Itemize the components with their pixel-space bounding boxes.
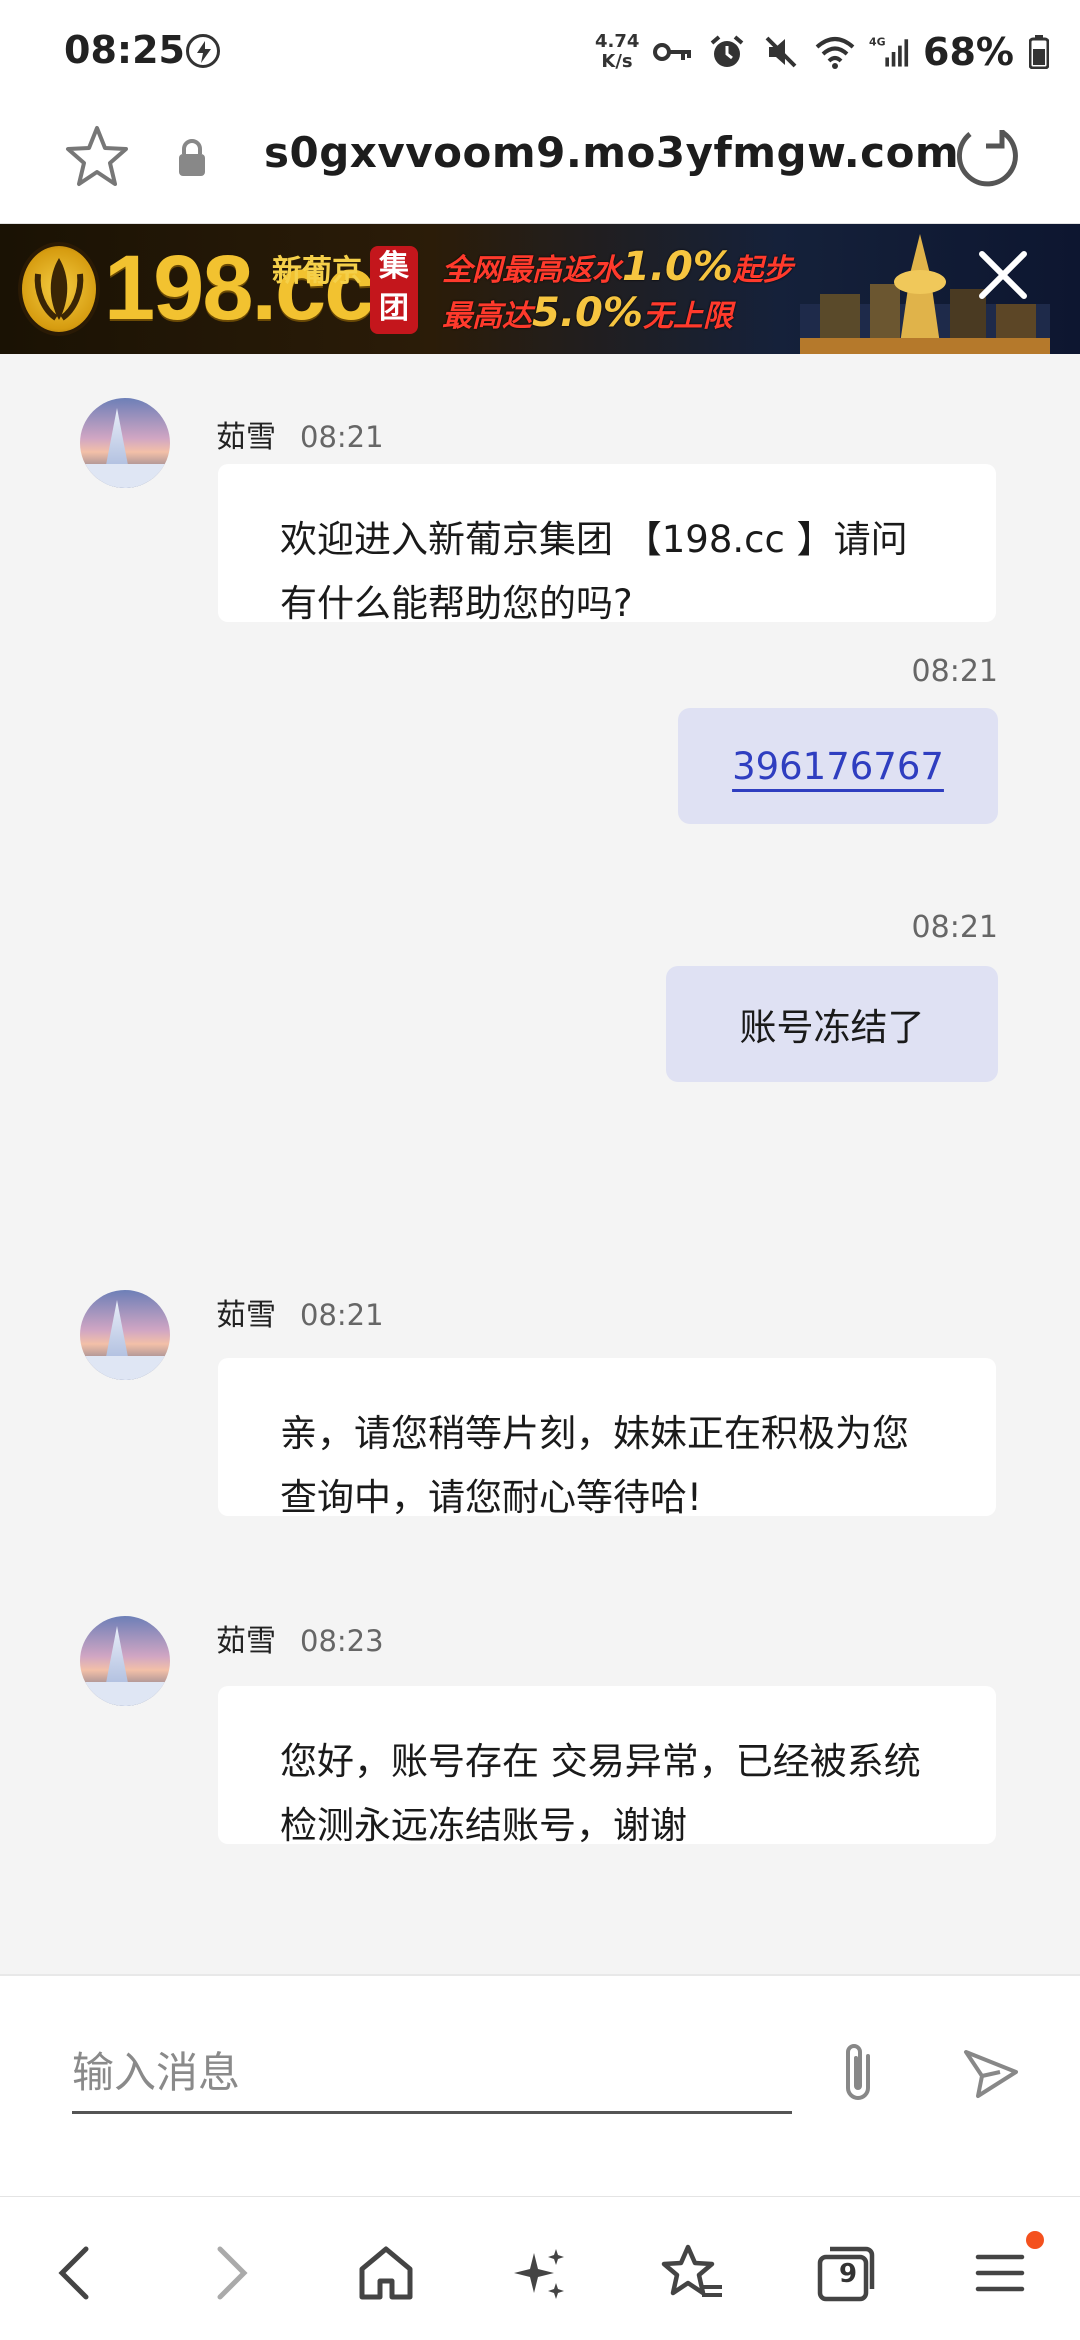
ad-sub-brand: 新葡京 (272, 254, 362, 289)
message-link[interactable]: 396176767 (732, 745, 944, 788)
ad-line-2-highlight: 5.0% (532, 290, 643, 336)
send-icon[interactable] (960, 2042, 1022, 2104)
outgoing-message: 396176767 (678, 708, 998, 824)
status-icons: 4.74 K/s 4G 68% (595, 22, 1050, 82)
url-address[interactable]: s0gxvvoom9.mo3yfmgw.com (264, 128, 959, 177)
ad-line-1-highlight: 1.0% (622, 244, 733, 290)
lock-icon (176, 138, 208, 178)
battery-percent: 68% (923, 30, 1014, 74)
incoming-message: 亲，请您稍等片刻，妹妹正在积极为您查询中，请您耐心等待哈! (218, 1358, 996, 1519)
sender-name: 茹雪 (216, 420, 276, 455)
status-bar: 08:25 4.74 K/s 4G 68% (0, 0, 1080, 100)
ad-line-1-prefix: 全网最高返水 (442, 253, 622, 288)
message-time: 08:21 (300, 420, 384, 454)
bookmark-star-icon[interactable] (62, 122, 132, 192)
message-time: 08:21 (911, 654, 998, 689)
ad-line-2: 最高达5.0%无上限 (442, 290, 733, 336)
network-type: 4G (869, 36, 886, 49)
ad-banner[interactable]: 198.cc 新葡京 集团 全网最高返水1.0%起步 最高达5.0%无上限 (0, 224, 1080, 354)
ad-line-1-suffix: 起步 (732, 253, 793, 288)
alarm-icon (707, 32, 747, 72)
message-time: 08:23 (300, 1624, 384, 1658)
sender-name: 茹雪 (216, 1624, 276, 1659)
ad-close-icon[interactable] (972, 244, 1034, 306)
message-time: 08:21 (300, 1298, 384, 1332)
ad-seal: 集团 (370, 246, 418, 334)
back-icon[interactable] (42, 2241, 106, 2305)
attach-paperclip-icon[interactable] (830, 2038, 886, 2110)
tabs-icon[interactable]: 9 (814, 2241, 878, 2305)
ad-line-2-suffix: 无上限 (642, 299, 733, 334)
tab-count: 9 (838, 2259, 858, 2289)
status-time: 08:25 (64, 28, 185, 72)
agent-avatar (80, 1290, 170, 1380)
ad-line-1: 全网最高返水1.0%起步 (442, 244, 793, 290)
incoming-message: 您好，账号存在 交易异常，已经被系统检测永远冻结账号，谢谢 (218, 1686, 996, 1847)
cell-signal-icon: 4G (869, 32, 909, 72)
battery-icon (1028, 32, 1050, 72)
wifi-icon (815, 32, 855, 72)
bookmarks-star-icon[interactable] (660, 2241, 724, 2305)
sender-name: 茹雪 (216, 1298, 276, 1333)
message-meta: 茹雪 08:21 (216, 412, 384, 456)
message-meta: 茹雪 08:21 (216, 1290, 384, 1334)
message-time: 08:21 (911, 910, 998, 945)
net-speed-value: 4.74 (595, 31, 640, 52)
message-meta: 茹雪 08:23 (216, 1616, 384, 1660)
agent-avatar (80, 1616, 170, 1706)
notification-dot (1026, 2231, 1044, 2249)
reload-icon[interactable] (950, 120, 1022, 192)
agent-avatar (80, 398, 170, 488)
browser-url-bar: s0gxvvoom9.mo3yfmgw.com (0, 100, 1080, 224)
ad-logo-icon (18, 242, 100, 336)
message-input[interactable] (72, 2034, 792, 2114)
forward-icon[interactable] (200, 2241, 264, 2305)
net-speed-unit: K/s (601, 51, 633, 72)
outgoing-message: 账号冻结了 (666, 966, 998, 1082)
data-saver-icon (186, 34, 220, 68)
mute-icon (761, 32, 801, 72)
menu-icon[interactable] (968, 2231, 1044, 2305)
ad-line-2-prefix: 最高达 (442, 299, 532, 334)
assistant-sparkle-icon[interactable] (508, 2241, 572, 2305)
home-icon[interactable] (354, 2241, 418, 2305)
net-speed: 4.74 K/s (595, 32, 639, 72)
incoming-message: 欢迎进入新葡京集团 【198.cc 】请问有什么能帮助您的吗? (218, 464, 996, 625)
vpn-key-icon (653, 32, 693, 72)
message-composer (0, 1974, 1080, 2196)
chat-area[interactable]: 茹雪 08:21 欢迎进入新葡京集团 【198.cc 】请问有什么能帮助您的吗? … (0, 354, 1080, 1974)
browser-bottom-nav: 9 (0, 2196, 1080, 2340)
